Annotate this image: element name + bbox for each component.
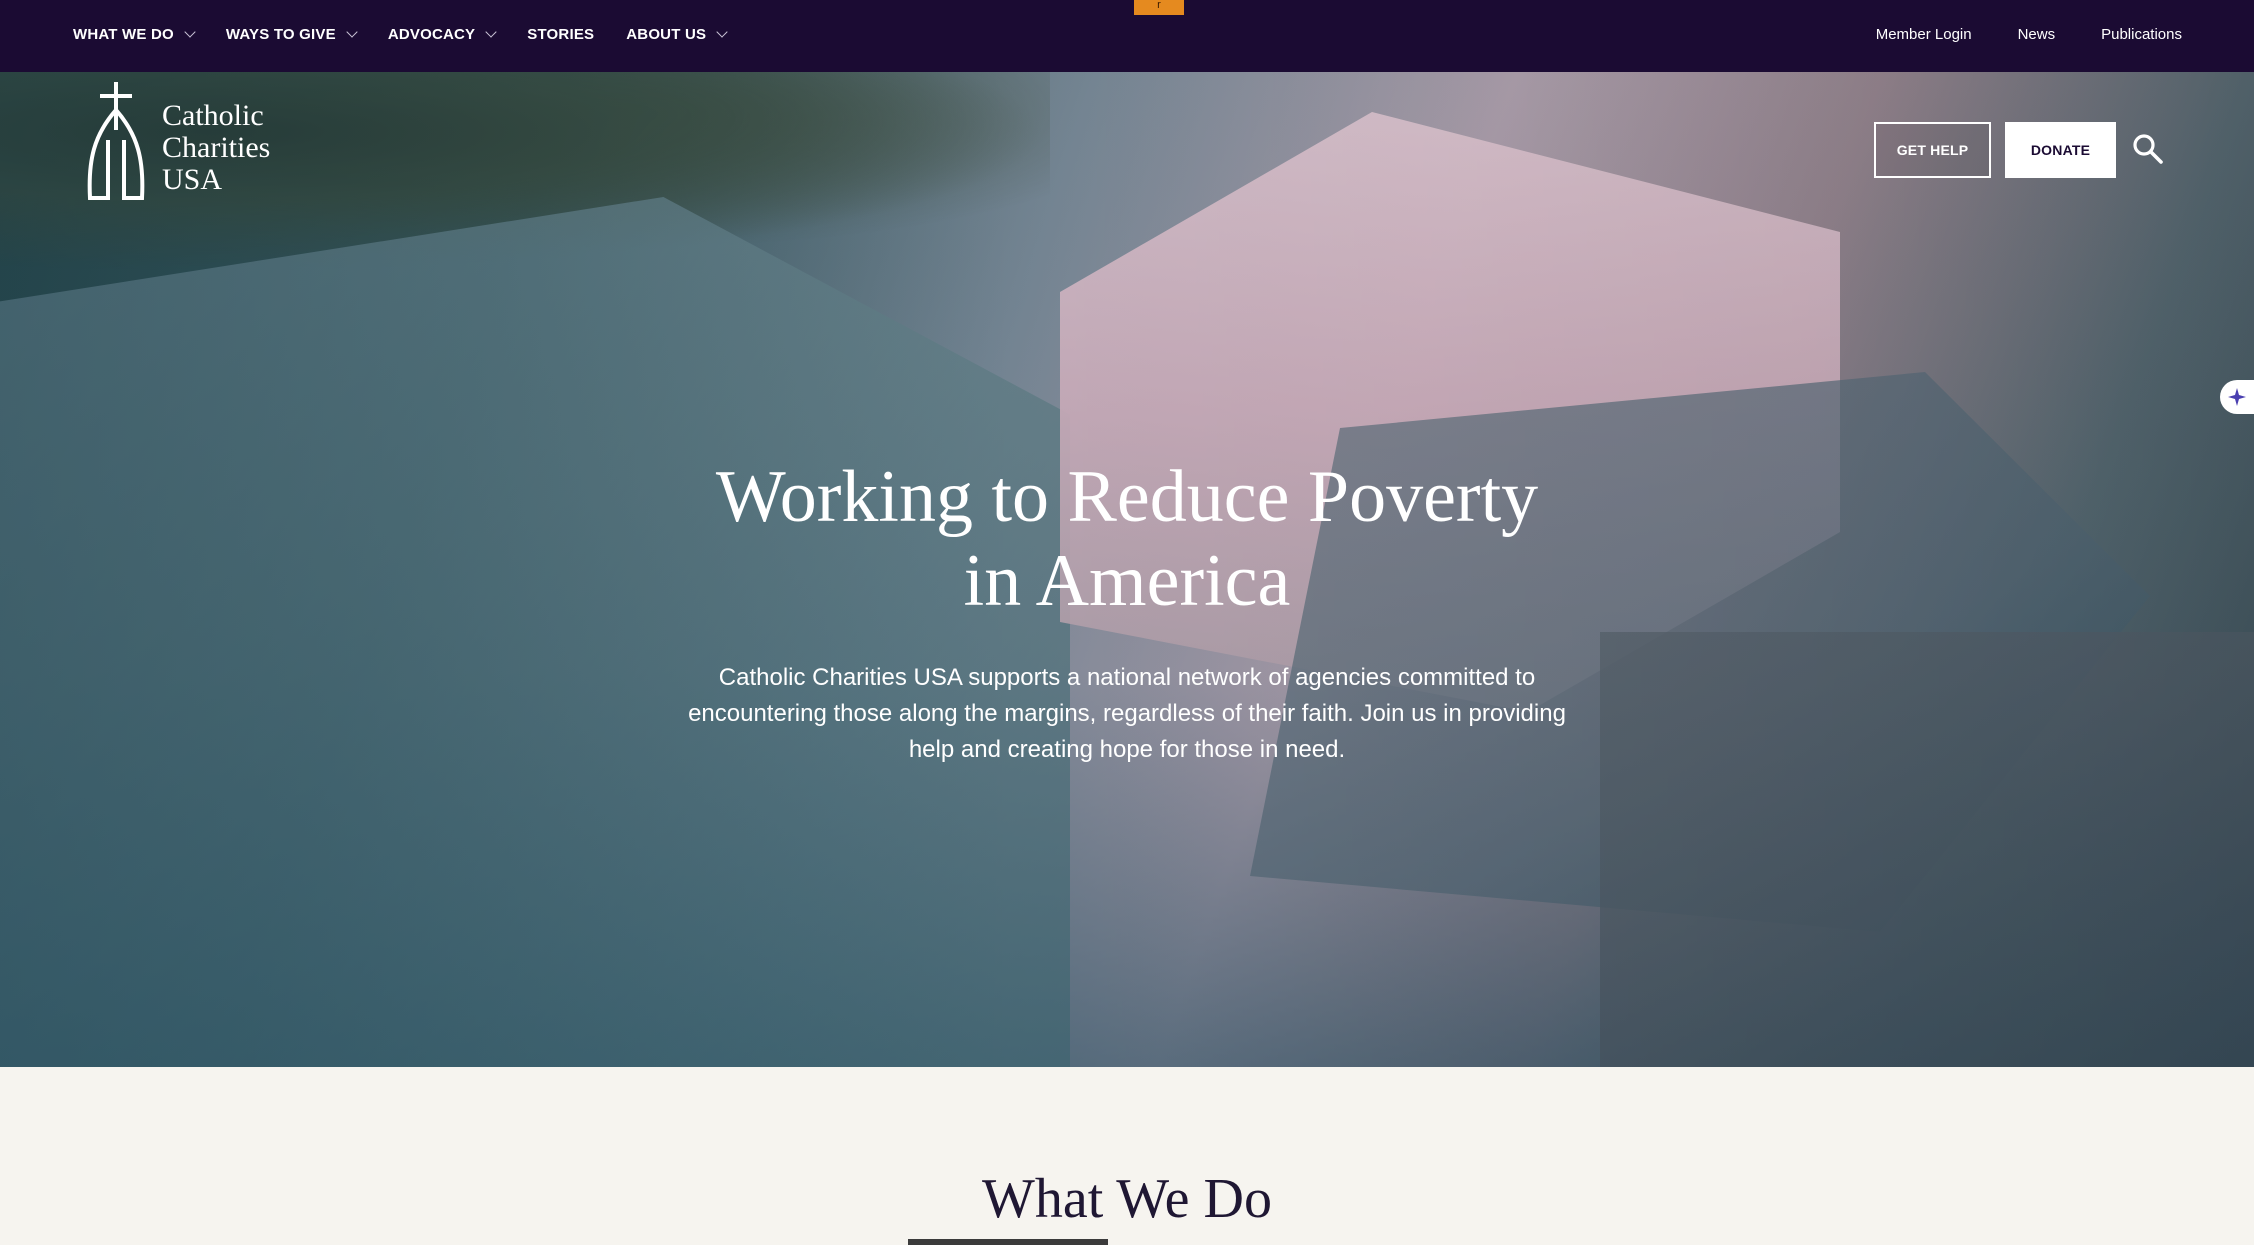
member-login-link[interactable]: Member Login <box>1876 26 1972 43</box>
chevron-down-icon <box>716 25 728 38</box>
donate-button[interactable]: DONATE <box>2005 122 2116 178</box>
section-title: What We Do <box>982 1168 1272 1230</box>
nav-item-label: ABOUT US <box>626 25 707 43</box>
search-icon[interactable] <box>2132 133 2164 165</box>
logo-line: Charities <box>162 131 271 164</box>
publications-link[interactable]: Publications <box>2101 26 2182 43</box>
assistant-sparkle-icon[interactable] <box>2220 380 2254 414</box>
nav-item-label: WAYS TO GIVE <box>225 25 336 43</box>
nav-item-label: ADVOCACY <box>387 25 476 43</box>
feedback-tab[interactable]: r <box>1134 0 1184 15</box>
site-logo[interactable]: Catholic Charities USA <box>86 80 286 202</box>
search-icon-graphic <box>2133 134 2163 164</box>
hero-title-line: in America <box>963 540 1291 622</box>
chevron-down-icon <box>485 25 497 38</box>
cross-logo-icon <box>87 82 145 200</box>
nav-item-ways-to-give[interactable]: WAYS TO GIVE <box>225 25 358 43</box>
nav-item-stories[interactable]: STORIES <box>527 26 594 43</box>
primary-nav: WHAT WE DO WAYS TO GIVE ADVOCACY STORIES… <box>73 0 758 68</box>
get-help-button[interactable]: GET HELP <box>1874 122 1991 178</box>
nav-item-about-us[interactable]: ABOUT US <box>626 25 728 43</box>
hero-subtitle: Catholic Charities USA supports a nation… <box>688 664 1566 763</box>
logo-wordmark: Catholic Charities USA <box>162 100 270 196</box>
top-navigation-bar: WHAT WE DO WAYS TO GIVE ADVOCACY STORIES… <box>0 0 2254 72</box>
hero-title: Working to Reduce Poverty in America <box>627 455 1627 623</box>
nav-item-label: WHAT WE DO <box>73 25 174 43</box>
nav-item-label: STORIES <box>527 25 595 43</box>
section-image-edge <box>908 1239 1108 1245</box>
chevron-down-icon <box>184 25 196 38</box>
what-we-do-section: What We Do <box>0 1067 2254 1245</box>
news-link[interactable]: News <box>2018 26 2056 43</box>
logo-line: Catholic <box>162 99 264 132</box>
nav-item-what-we-do[interactable]: WHAT WE DO <box>73 25 196 43</box>
hero-title-line: Working to Reduce Poverty <box>715 456 1539 538</box>
sparkle-icon <box>2228 388 2246 406</box>
nav-item-advocacy[interactable]: ADVOCACY <box>387 25 497 43</box>
utility-nav: Member Login News Publications <box>1830 0 2182 68</box>
chevron-down-icon <box>346 25 358 38</box>
logo-line: USA <box>162 163 223 196</box>
